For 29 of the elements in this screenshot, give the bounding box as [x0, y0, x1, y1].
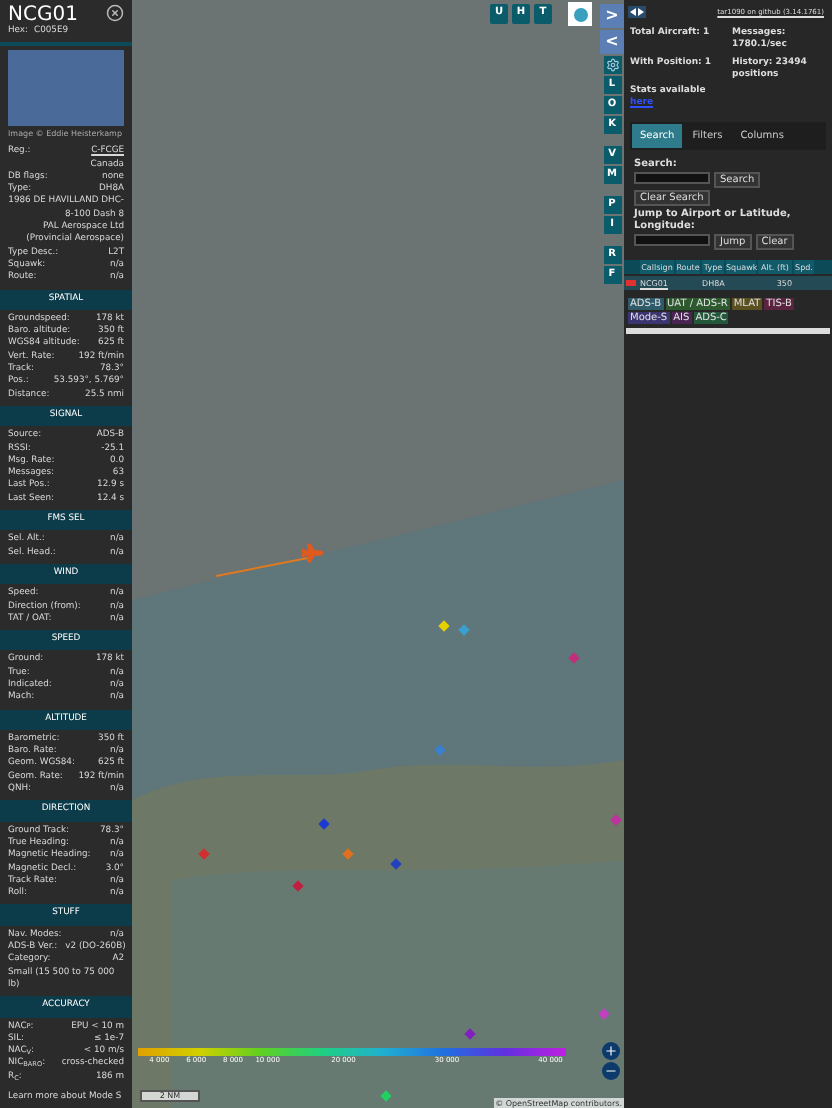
scrollbar[interactable]: [626, 328, 830, 334]
map-marker-icon[interactable]: [434, 744, 446, 756]
map-marker-icon[interactable]: [458, 624, 470, 636]
search-field[interactable]: [634, 172, 710, 184]
map-marker-icon[interactable]: [610, 814, 622, 826]
globe-icon: [573, 7, 587, 21]
plus-icon: [604, 1044, 618, 1058]
map-marker-icon[interactable]: [568, 652, 580, 664]
map-marker-icon[interactable]: [198, 848, 210, 860]
panel-toggle-button[interactable]: >: [600, 4, 624, 28]
close-icon[interactable]: [106, 4, 124, 22]
jump-field[interactable]: [634, 234, 710, 246]
panel-toggle-button[interactable]: <: [600, 30, 624, 54]
flag-icon: [626, 280, 636, 286]
map-marker-icon[interactable]: [380, 1090, 392, 1102]
map-marker-icon[interactable]: [292, 880, 304, 892]
map-marker-icon[interactable]: [342, 848, 354, 860]
map-marker-icon[interactable]: [318, 818, 330, 830]
expand-icon[interactable]: [628, 6, 646, 18]
layer-button[interactable]: [568, 2, 592, 26]
map-marker-icon[interactable]: [438, 620, 450, 632]
minus-icon: [604, 1064, 618, 1078]
flight-track-line: [216, 556, 308, 578]
photo-placeholder: [8, 50, 124, 127]
callsign-title: NCG01: [8, 4, 78, 26]
map-marker-icon[interactable]: [390, 858, 402, 870]
map-marker-icon[interactable]: [598, 1008, 610, 1020]
settings-icon: [605, 58, 619, 72]
map-marker-icon[interactable]: [464, 1028, 476, 1040]
